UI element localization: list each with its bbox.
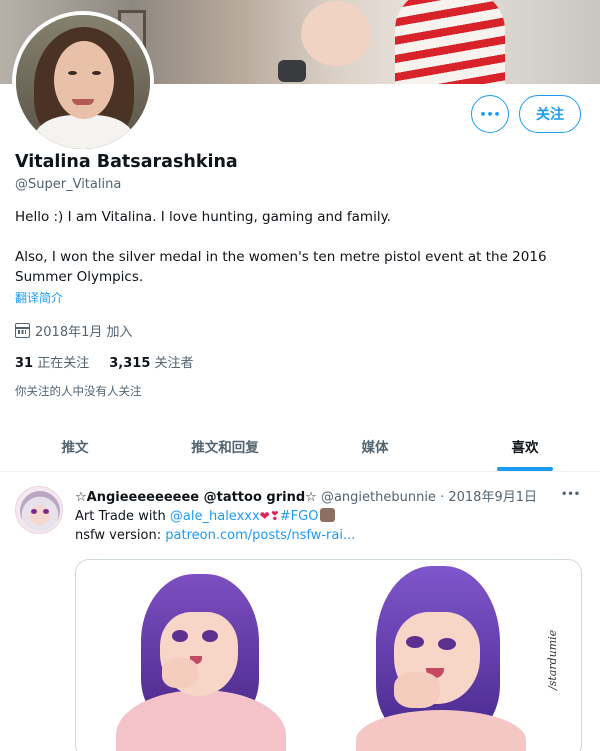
banner-striped-shirt [395, 0, 505, 84]
follow-button[interactable]: 关注 [519, 95, 581, 133]
tweet-nsfw-prefix: nsfw version: [75, 528, 166, 543]
profile-handle: @Super_Vitalina [15, 177, 122, 192]
tweet-author-name[interactable]: ☆Angieeeeeeeee @tattoo grind☆ [75, 490, 317, 505]
tweet-media-image[interactable]: /stardumie [75, 559, 582, 751]
tweet-text-line-1: Art Trade with @ale_halexxx❤❣#FGO [75, 508, 336, 524]
followers-label: 关注者 [154, 356, 194, 371]
tweet-separator: · [440, 490, 445, 505]
more-options-button[interactable]: ••• [471, 95, 509, 133]
profile-avatar[interactable] [12, 11, 154, 153]
art-right-body [356, 710, 526, 751]
avatar-eye-right [92, 71, 101, 75]
tab-likes[interactable]: 喜欢 [450, 420, 600, 471]
translate-bio-link[interactable]: 翻译简介 [15, 289, 63, 306]
art-left-eye-1 [172, 630, 188, 642]
follow-stats: 31 正在关注 3,315 关注者 [15, 352, 194, 371]
profile-name: Vitalina Batsarashkina [15, 152, 238, 172]
avatar-face [54, 41, 114, 119]
art-right-hand [394, 672, 440, 708]
join-date-text: 2018年1月 加入 [35, 325, 133, 340]
profile-tabs: 推文 推文和回复 媒体 喜欢 [0, 420, 600, 472]
avatar-eye-left [68, 71, 77, 75]
tweet-avatar-face [20, 491, 60, 531]
banner-watch [278, 60, 306, 82]
tweet-header: ☆Angieeeeeeeee @tattoo grind☆ @angietheb… [75, 486, 537, 505]
face-emoji-icon [320, 508, 336, 522]
following-count: 31 [15, 356, 34, 371]
followers-count: 3,315 [109, 356, 151, 371]
tweet-avatar-eye-right [43, 509, 49, 514]
bio-line-2: Also, I won the silver medal in the wome… [15, 249, 547, 285]
tweet-more-button[interactable]: ••• [561, 482, 580, 501]
more-icon: ••• [561, 489, 581, 500]
art-left-eye-2 [202, 630, 218, 642]
tweet-avatar-eye-left [31, 509, 37, 514]
tweet-author-avatar[interactable] [15, 486, 63, 534]
art-left-body [116, 690, 286, 751]
tweet-author-handle[interactable]: @angiethebunnie [321, 490, 436, 505]
follow-button-label: 关注 [536, 107, 564, 123]
followed-by-text: 你关注的人中没有人关注 [15, 384, 142, 398]
following-stat[interactable]: 31 正在关注 [15, 352, 89, 371]
tweet-text-prefix: Art Trade with [75, 509, 170, 524]
profile-bio: Hello :) I am Vitalina. I love hunting, … [15, 207, 585, 287]
tab-tweets-and-replies[interactable]: 推文和回复 [150, 420, 300, 471]
banner-arm [300, 0, 390, 84]
artist-signature: /stardumie [546, 629, 559, 690]
bio-line-1: Hello :) I am Vitalina. I love hunting, … [15, 209, 391, 225]
calendar-icon [15, 323, 30, 338]
tweet-date[interactable]: 2018年9月1日 [448, 490, 537, 505]
art-right-eye-1 [406, 636, 424, 648]
join-date: 2018年1月 加入 [15, 321, 133, 340]
tab-media[interactable]: 媒体 [300, 420, 450, 471]
tab-tweets[interactable]: 推文 [0, 420, 150, 471]
tweet-text-line-2: nsfw version: patreon.com/posts/nsfw-rai… [75, 528, 355, 543]
avatar-collar [34, 115, 134, 149]
sparkling-heart-icon: ❤ [259, 509, 270, 523]
heart-icon: ❣ [269, 509, 280, 523]
tweet-external-link[interactable]: patreon.com/posts/nsfw-rai... [165, 528, 355, 543]
tweet-mention-link[interactable]: @ale_halexxx [170, 509, 260, 524]
avatar-mouth [72, 99, 94, 105]
more-icon: ••• [479, 107, 501, 121]
art-right-eye-2 [438, 638, 456, 650]
following-label: 正在关注 [37, 356, 90, 371]
art-left-hand [162, 658, 198, 688]
tweet-hashtag-link[interactable]: #FGO [280, 509, 319, 524]
followers-stat[interactable]: 3,315 关注者 [109, 352, 193, 371]
